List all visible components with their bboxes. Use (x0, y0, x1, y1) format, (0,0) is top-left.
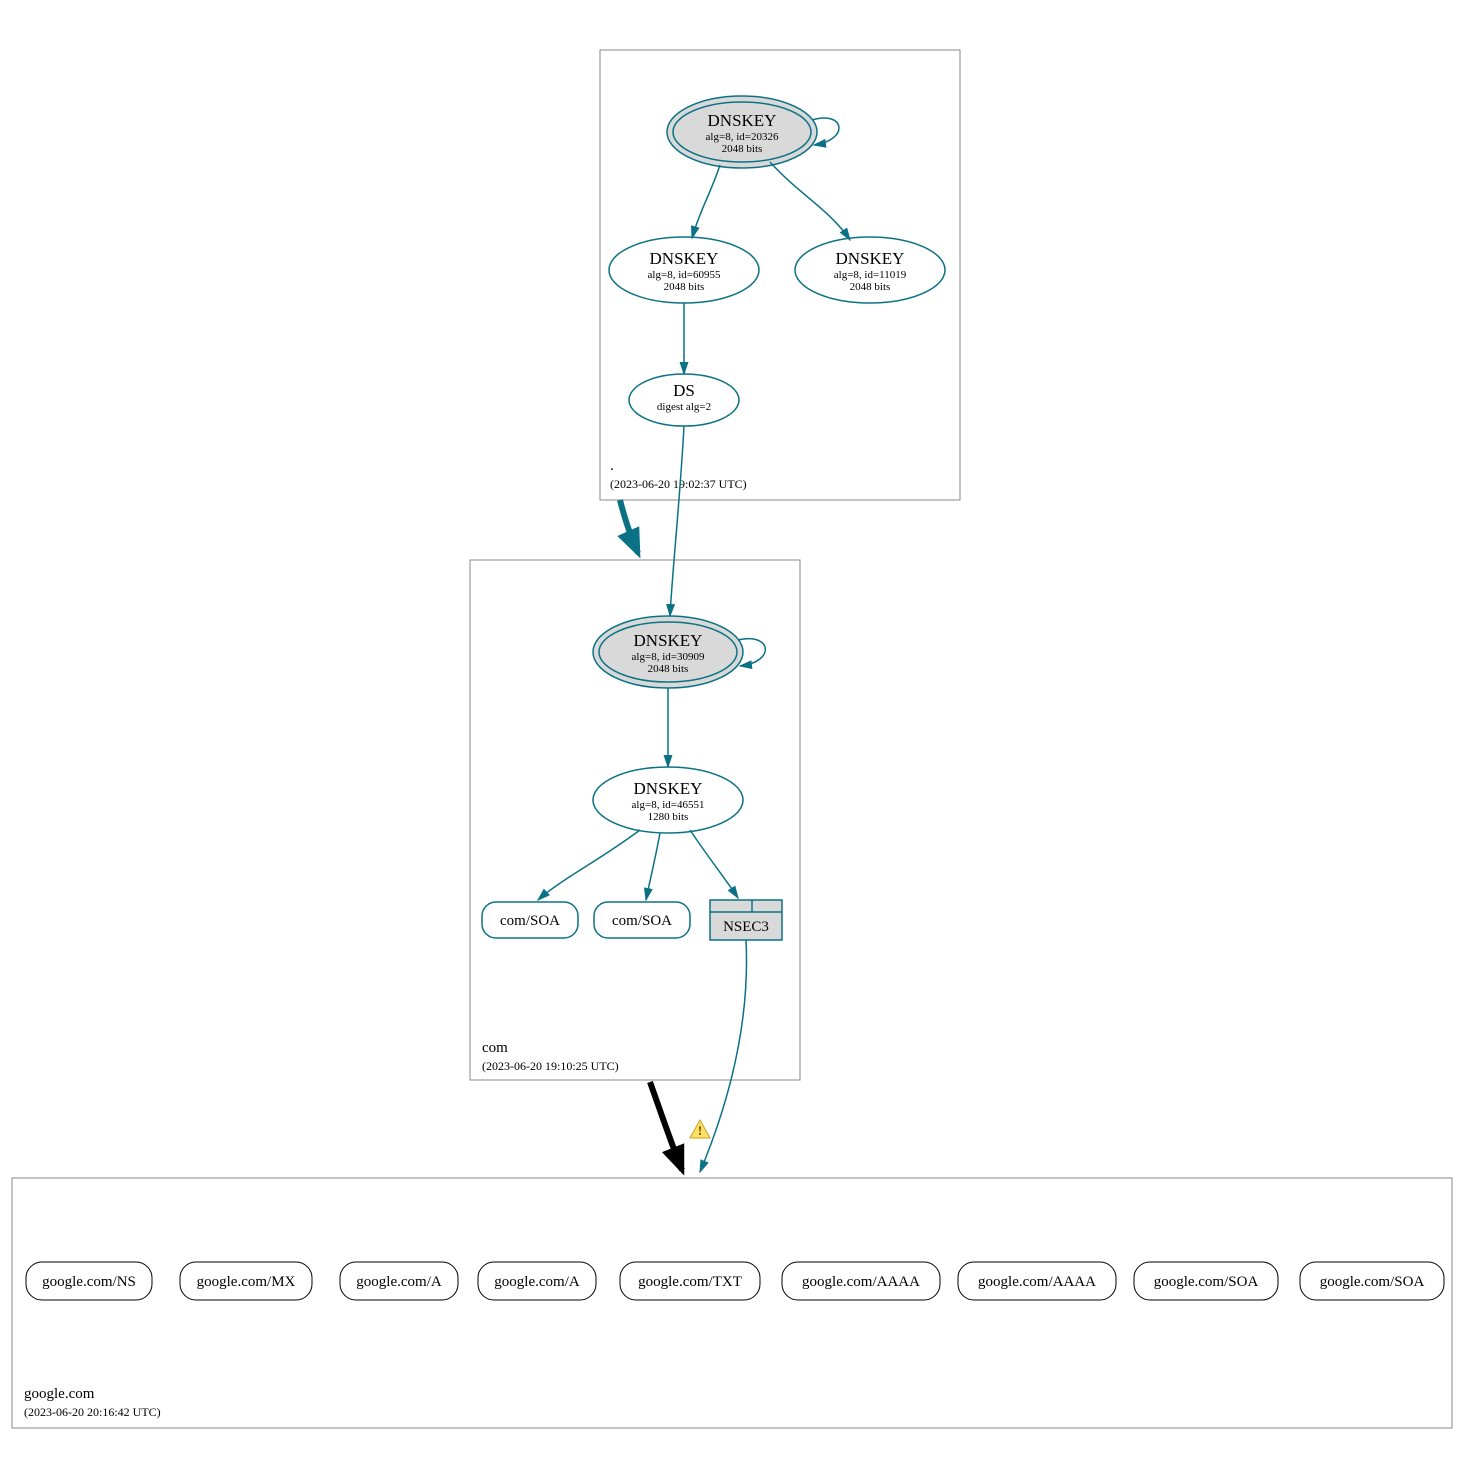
node-g-soa2[interactable]: google.com/SOA (1300, 1262, 1444, 1300)
zone-root-label: . (610, 458, 614, 474)
svg-text:DNSKEY: DNSKEY (634, 631, 703, 650)
svg-text:com/SOA: com/SOA (612, 913, 672, 929)
svg-text:google.com/NS: google.com/NS (42, 1274, 136, 1290)
svg-text:digest alg=2: digest alg=2 (657, 401, 711, 413)
svg-text:google.com/AAAA: google.com/AAAA (978, 1274, 1096, 1290)
zone-root-ts: (2023-06-20 19:02:37 UTC) (610, 477, 747, 491)
node-g-aaaa2[interactable]: google.com/AAAA (958, 1262, 1116, 1300)
svg-text:alg=8, id=46551: alg=8, id=46551 (632, 799, 705, 811)
svg-text:com/SOA: com/SOA (500, 913, 560, 929)
node-root-zsk2[interactable]: DNSKEY alg=8, id=11019 2048 bits (795, 237, 945, 303)
node-root-ds[interactable]: DS digest alg=2 (629, 374, 739, 426)
svg-text:NSEC3: NSEC3 (723, 919, 769, 935)
svg-text:DNSKEY: DNSKEY (634, 779, 703, 798)
svg-text:google.com/MX: google.com/MX (197, 1274, 296, 1290)
node-g-aaaa1[interactable]: google.com/AAAA (782, 1262, 940, 1300)
svg-text:DS: DS (673, 381, 695, 400)
edge-ds-comksk (670, 426, 684, 616)
node-com-soa2[interactable]: com/SOA (594, 902, 690, 938)
edge-com-to-google (650, 1082, 682, 1170)
svg-text:1280 bits: 1280 bits (648, 811, 689, 823)
svg-text:2048 bits: 2048 bits (648, 663, 689, 675)
svg-text:2048 bits: 2048 bits (664, 281, 705, 293)
svg-text:DNSKEY: DNSKEY (836, 249, 905, 268)
node-g-soa1[interactable]: google.com/SOA (1134, 1262, 1278, 1300)
svg-text:alg=8, id=11019: alg=8, id=11019 (834, 269, 907, 281)
svg-text:alg=8, id=30909: alg=8, id=30909 (632, 651, 705, 663)
node-g-mx[interactable]: google.com/MX (180, 1262, 312, 1300)
svg-text:google.com/TXT: google.com/TXT (638, 1274, 742, 1290)
node-g-a2[interactable]: google.com/A (478, 1262, 596, 1300)
node-com-ksk[interactable]: DNSKEY alg=8, id=30909 2048 bits (593, 616, 743, 688)
node-root-ksk[interactable]: DNSKEY alg=8, id=20326 2048 bits (667, 96, 817, 168)
edge-root-ksk-zsk1 (692, 165, 720, 238)
svg-text:google.com/A: google.com/A (494, 1274, 580, 1290)
edge-comzsk-soa1 (538, 830, 640, 900)
node-root-zsk1[interactable]: DNSKEY alg=8, id=60955 2048 bits (609, 237, 759, 303)
svg-text:alg=8, id=20326: alg=8, id=20326 (706, 131, 779, 143)
svg-text:DNSKEY: DNSKEY (708, 111, 777, 130)
node-g-txt[interactable]: google.com/TXT (620, 1262, 760, 1300)
zone-com-label: com (482, 1040, 508, 1056)
dnssec-graph: . (2023-06-20 19:02:37 UTC) DNSKEY alg=8… (0, 0, 1484, 1473)
node-g-ns[interactable]: google.com/NS (26, 1262, 152, 1300)
svg-text:!: ! (698, 1123, 702, 1138)
svg-text:google.com/A: google.com/A (356, 1274, 442, 1290)
edge-comzsk-nsec3 (690, 830, 738, 898)
zone-google (12, 1178, 1452, 1428)
svg-text:2048 bits: 2048 bits (850, 281, 891, 293)
svg-text:google.com/AAAA: google.com/AAAA (802, 1274, 920, 1290)
zone-google-ts: (2023-06-20 20:16:42 UTC) (24, 1405, 161, 1419)
node-com-soa1[interactable]: com/SOA (482, 902, 578, 938)
zone-com-ts: (2023-06-20 19:10:25 UTC) (482, 1059, 619, 1073)
node-com-zsk[interactable]: DNSKEY alg=8, id=46551 1280 bits (593, 767, 743, 833)
svg-text:google.com/SOA: google.com/SOA (1320, 1274, 1425, 1290)
svg-text:DNSKEY: DNSKEY (650, 249, 719, 268)
svg-text:alg=8, id=60955: alg=8, id=60955 (648, 269, 721, 281)
svg-text:2048 bits: 2048 bits (722, 143, 763, 155)
node-g-a1[interactable]: google.com/A (340, 1262, 458, 1300)
edge-comzsk-soa2 (646, 833, 660, 900)
warning-icon: ! (690, 1120, 710, 1138)
node-com-nsec3[interactable]: NSEC3 (710, 900, 782, 940)
edge-root-ksk-zsk2 (770, 162, 850, 240)
edge-root-to-com (620, 500, 638, 553)
svg-text:google.com/SOA: google.com/SOA (1154, 1274, 1259, 1290)
zone-google-label: google.com (24, 1386, 95, 1402)
